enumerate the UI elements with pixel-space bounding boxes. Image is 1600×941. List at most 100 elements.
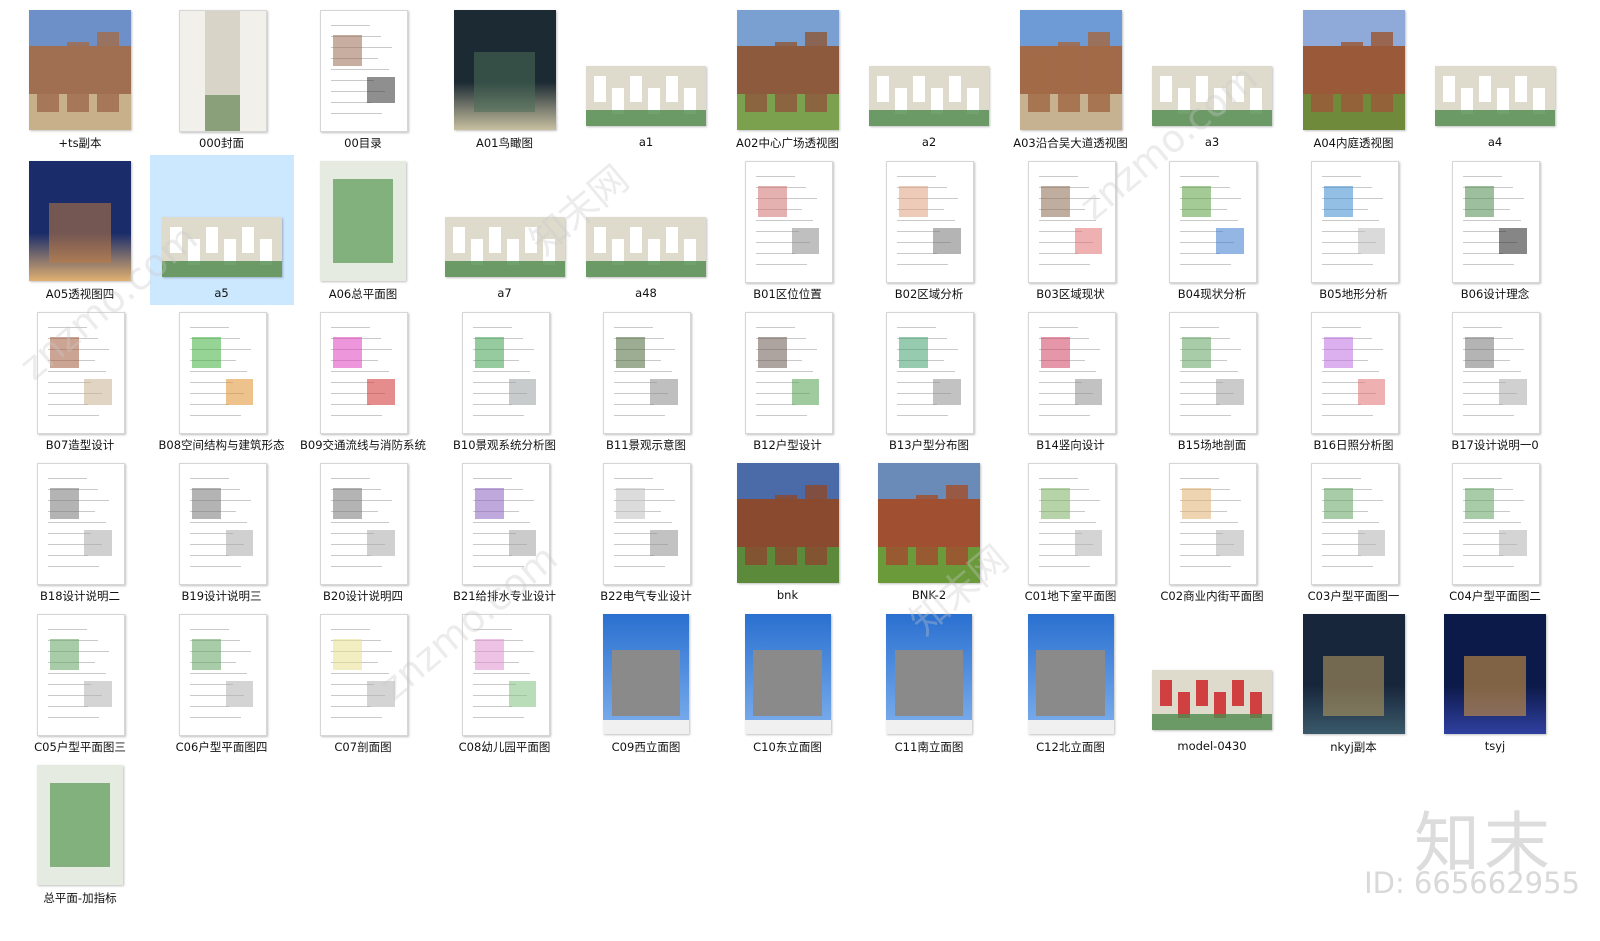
file-item[interactable]: B06设计理念 — [1423, 155, 1567, 305]
file-thumbnail — [586, 66, 706, 126]
file-item[interactable]: nkyj副本 — [1282, 608, 1426, 758]
file-item[interactable]: 总平面-加指标 — [8, 759, 152, 909]
file-thumbnail — [1435, 66, 1555, 126]
file-item[interactable]: A04内庭透视图 — [1282, 4, 1426, 154]
file-item[interactable]: B05地形分析 — [1282, 155, 1426, 305]
file-item[interactable]: C02商业内街平面图 — [1140, 457, 1284, 607]
file-label: B01区位位置 — [753, 287, 822, 301]
file-item[interactable]: C12北立面图 — [999, 608, 1143, 758]
file-item[interactable]: B14竖向设计 — [999, 306, 1143, 456]
file-thumbnail — [178, 10, 267, 132]
file-item[interactable]: B02区域分析 — [857, 155, 1001, 305]
file-thumbnail — [603, 312, 691, 434]
file-item[interactable]: B20设计说明四 — [291, 457, 435, 607]
file-thumbnail — [603, 614, 689, 734]
file-item[interactable]: B07造型设计 — [8, 306, 152, 456]
file-item[interactable]: A05透视图四 — [8, 155, 152, 305]
file-label: B12户型设计 — [753, 438, 822, 452]
file-thumbnail — [1310, 463, 1399, 585]
file-label: A06总平面图 — [328, 287, 398, 301]
file-label: a3 — [1204, 135, 1220, 149]
file-item[interactable]: a1 — [574, 4, 718, 154]
file-item[interactable]: B09交通流线与消防系统 — [291, 306, 435, 456]
file-item[interactable]: A03沿合吴大道透视图 — [999, 4, 1143, 154]
file-item[interactable]: B01区位位置 — [716, 155, 860, 305]
file-item[interactable]: A06总平面图 — [291, 155, 435, 305]
file-label: B03区域现状 — [1036, 287, 1105, 301]
file-label: A04内庭透视图 — [1313, 136, 1394, 150]
file-thumbnail — [886, 312, 974, 434]
file-label: B05地形分析 — [1319, 287, 1388, 301]
file-thumbnail — [320, 312, 408, 434]
file-item[interactable]: C07剖面图 — [291, 608, 435, 758]
file-item[interactable]: a7 — [433, 155, 577, 305]
file-thumbnail — [736, 10, 839, 130]
file-item[interactable]: bnk — [716, 457, 860, 607]
file-label: B16日照分析图 — [1313, 438, 1394, 452]
file-item[interactable]: B04现状分析 — [1140, 155, 1284, 305]
file-item[interactable]: B13户型分布图 — [857, 306, 1001, 456]
file-label: B08空间结构与建筑形态 — [158, 438, 285, 452]
file-thumbnail — [869, 66, 989, 126]
file-thumbnail — [37, 765, 123, 885]
file-label: C07剖面图 — [334, 740, 392, 754]
file-item[interactable]: +ts副本 — [8, 4, 152, 154]
file-item[interactable]: 000封面 — [150, 4, 294, 154]
file-item[interactable]: B18设计说明二 — [8, 457, 152, 607]
file-item[interactable]: C10东立面图 — [716, 608, 860, 758]
file-label: B10景观系统分析图 — [452, 438, 557, 452]
file-item[interactable]: a2 — [857, 4, 1001, 154]
file-item[interactable]: A02中心广场透视图 — [716, 4, 860, 154]
file-item[interactable]: C04户型平面图二 — [1423, 457, 1567, 607]
file-item[interactable]: a3 — [1140, 4, 1284, 154]
file-item[interactable]: B03区域现状 — [999, 155, 1143, 305]
file-item[interactable]: C11南立面图 — [857, 608, 1001, 758]
file-thumbnail — [320, 463, 408, 585]
file-label: 总平面-加指标 — [43, 891, 117, 905]
file-item[interactable]: C05户型平面图三 — [8, 608, 152, 758]
file-label: C05户型平面图三 — [34, 740, 126, 754]
file-label: B20设计说明四 — [322, 589, 404, 603]
file-item[interactable]: B16日照分析图 — [1282, 306, 1426, 456]
file-item[interactable]: B08空间结构与建筑形态 — [150, 306, 294, 456]
file-item[interactable]: B22电气专业设计 — [574, 457, 718, 607]
file-item[interactable]: B11景观示意图 — [574, 306, 718, 456]
file-item[interactable]: A01鸟瞰图 — [433, 4, 577, 154]
file-item[interactable]: C03户型平面图一 — [1282, 457, 1426, 607]
file-label: a7 — [497, 286, 512, 300]
file-item[interactable]: a5 — [149, 155, 294, 305]
file-label: model-0430 — [1177, 739, 1247, 753]
file-label: B21给排水专业设计 — [452, 589, 557, 603]
file-item[interactable]: BNK-2 — [857, 457, 1001, 607]
file-thumbnail — [1019, 10, 1122, 130]
file-item[interactable]: a4 — [1423, 4, 1567, 154]
file-thumbnail — [1302, 10, 1405, 130]
file-item[interactable]: a48 — [574, 155, 718, 305]
file-label: +ts副本 — [58, 136, 102, 150]
file-item[interactable]: B10景观系统分析图 — [433, 306, 577, 456]
file-item[interactable]: tsyj — [1423, 608, 1567, 758]
file-item[interactable]: 00目录 — [291, 4, 435, 154]
file-label: BNK-2 — [911, 588, 947, 602]
file-item[interactable]: B21给排水专业设计 — [433, 457, 577, 607]
file-label: C03户型平面图一 — [1307, 589, 1400, 603]
file-item[interactable]: B19设计说明三 — [150, 457, 294, 607]
file-label: a1 — [638, 135, 654, 149]
file-thumbnail — [744, 312, 833, 434]
file-label: tsyj — [1484, 739, 1506, 753]
file-label: C09西立面图 — [611, 740, 681, 754]
file-thumbnail — [1027, 161, 1116, 283]
file-item[interactable]: C01地下室平面图 — [999, 457, 1143, 607]
file-thumbnail — [886, 614, 972, 734]
file-item[interactable]: model-0430 — [1140, 608, 1284, 758]
file-label: C12北立面图 — [1036, 740, 1105, 754]
file-item[interactable]: B12户型设计 — [716, 306, 860, 456]
file-item[interactable]: C09西立面图 — [574, 608, 718, 758]
file-label: B02区域分析 — [894, 287, 964, 301]
file-item[interactable]: C08幼儿园平面图 — [433, 608, 577, 758]
file-item[interactable]: C06户型平面图四 — [150, 608, 294, 758]
file-item[interactable]: B15场地剖面 — [1140, 306, 1284, 456]
file-thumbnail — [1444, 614, 1546, 734]
file-thumbnail — [178, 614, 267, 736]
file-item[interactable]: B17设计说明一0 — [1423, 306, 1567, 456]
